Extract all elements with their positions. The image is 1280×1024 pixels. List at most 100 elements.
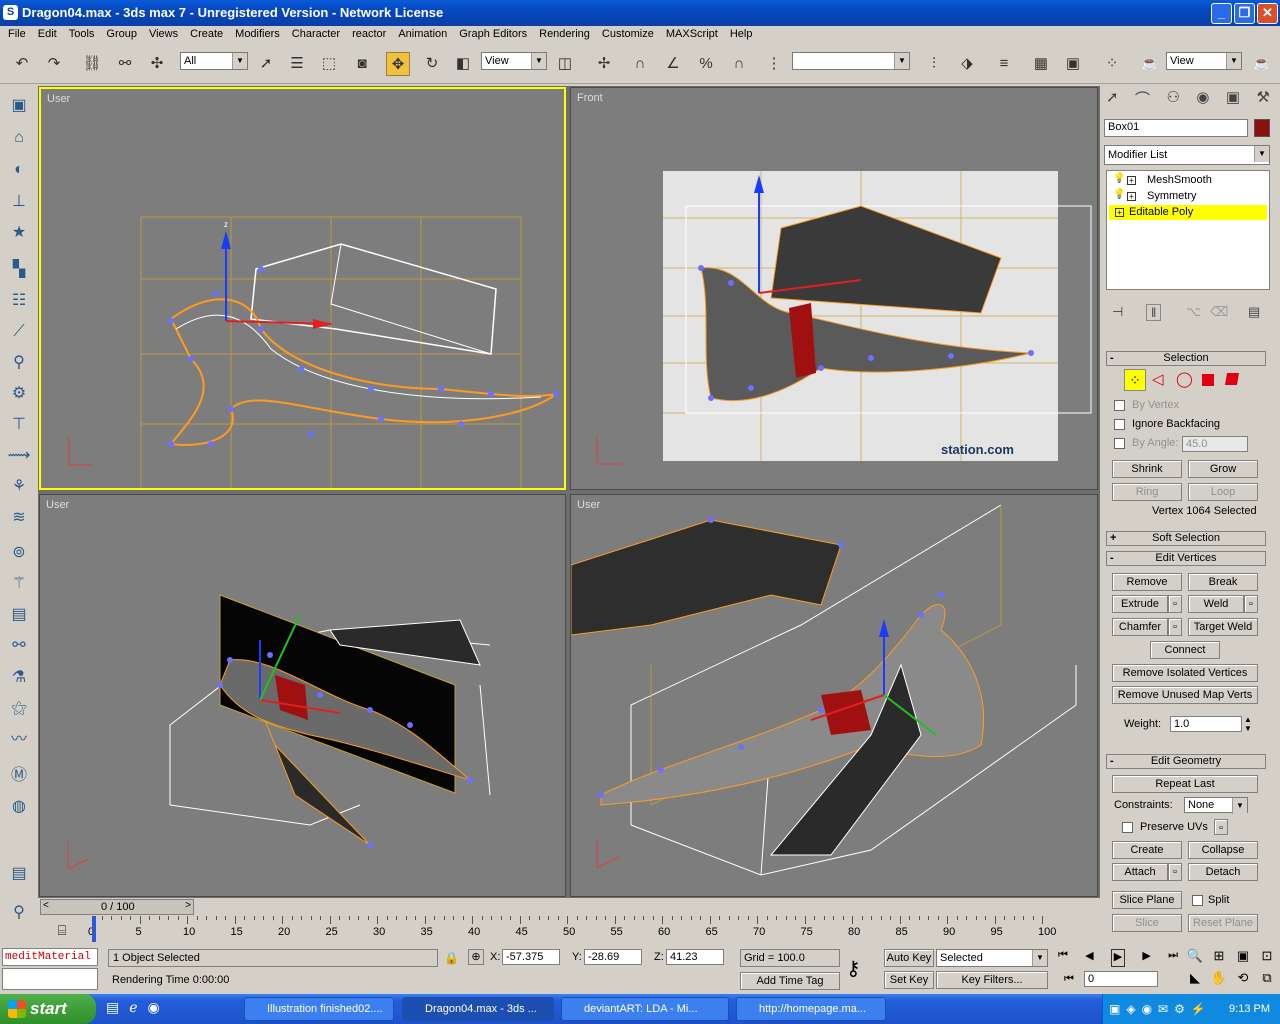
reset-plane-button[interactable]: Reset Plane bbox=[1188, 914, 1258, 932]
maxscript-input-field[interactable] bbox=[2, 968, 98, 990]
cameras-icon[interactable]: ⊥ bbox=[7, 190, 31, 214]
polygon-mode-icon[interactable] bbox=[1202, 374, 1214, 386]
make-unique-icon[interactable]: ⌥ bbox=[1186, 304, 1201, 320]
selection-filter-dropdown[interactable]: All bbox=[180, 52, 248, 70]
stack-item-meshsmooth[interactable]: 💡 + MeshSmooth bbox=[1109, 173, 1267, 188]
configure-sets-icon[interactable]: ▤ bbox=[1248, 304, 1260, 320]
constraints-dropdown[interactable]: None bbox=[1184, 797, 1248, 814]
stack-item-symmetry[interactable]: 💡 + Symmetry bbox=[1109, 189, 1267, 204]
angle-field[interactable]: 45.0 bbox=[1182, 436, 1248, 452]
expand-icon[interactable]: + bbox=[1115, 208, 1124, 217]
material-editor-icon[interactable]: ⁘ bbox=[1100, 52, 1124, 76]
show-desktop-icon[interactable]: ▤ bbox=[106, 999, 119, 1019]
current-frame-marker[interactable] bbox=[92, 916, 96, 942]
tray-icons[interactable]: ▣◈◉✉⚙⚡ bbox=[1109, 994, 1212, 1024]
next-frame-icon[interactable]: ▶ bbox=[1142, 949, 1150, 967]
task-illustration[interactable]: Illustration finished02.... bbox=[244, 997, 394, 1021]
maximize-button[interactable]: ❐ bbox=[1234, 3, 1255, 24]
zoom-all-icon[interactable]: ⊞ bbox=[1208, 948, 1230, 968]
minimize-button[interactable]: _ bbox=[1211, 3, 1232, 24]
cloth-icon[interactable]: ≋ bbox=[7, 506, 31, 530]
object-name-field[interactable]: Box01 bbox=[1104, 119, 1248, 137]
ring-button[interactable]: Ring bbox=[1112, 483, 1182, 501]
remove-isolated-vertices-button[interactable]: Remove Isolated Vertices bbox=[1112, 664, 1258, 682]
close-button[interactable]: ✕ bbox=[1257, 3, 1278, 24]
viewport-user-bottom-right[interactable]: User bbox=[570, 494, 1098, 897]
menu-rendering[interactable]: Rendering bbox=[533, 26, 596, 44]
previous-frame-icon[interactable]: ◀ bbox=[1085, 949, 1093, 967]
y-coordinate-field[interactable]: -28.69 bbox=[584, 949, 642, 965]
expand-icon[interactable]: + bbox=[1127, 192, 1136, 201]
weight-field[interactable]: 1.0 bbox=[1170, 716, 1242, 732]
unlink-icon[interactable]: ⚯ bbox=[113, 52, 137, 76]
edit-vertices-rollout-header[interactable]: - Edit Vertices bbox=[1106, 551, 1266, 566]
time-slider-next-icon[interactable]: > bbox=[185, 900, 191, 911]
spinner-snap-icon[interactable]: ∩ bbox=[727, 52, 751, 76]
selection-lock-icon[interactable]: 🔒 bbox=[444, 951, 459, 965]
by-vertex-checkbox[interactable] bbox=[1114, 400, 1125, 411]
select-scale-icon[interactable]: ◧ bbox=[451, 52, 475, 76]
menu-views[interactable]: Views bbox=[143, 26, 184, 44]
internet-explorer-icon[interactable]: ℯ bbox=[129, 999, 137, 1019]
extrude-settings-icon[interactable]: ▫ bbox=[1168, 595, 1182, 613]
pan-icon[interactable]: ✋ bbox=[1208, 970, 1230, 990]
edit-geometry-rollout-header[interactable]: - Edit Geometry bbox=[1106, 754, 1266, 769]
menu-create[interactable]: Create bbox=[184, 26, 229, 44]
zoom-icon[interactable]: 🔍 bbox=[1184, 948, 1206, 968]
edit-named-selection-icon[interactable]: ⋮ bbox=[762, 52, 786, 76]
hierarchy-tab-icon[interactable]: ⚇ bbox=[1166, 88, 1179, 112]
element-mode-icon[interactable] bbox=[1224, 373, 1240, 385]
break-button[interactable]: Break bbox=[1188, 573, 1258, 591]
remove-button[interactable]: Remove bbox=[1112, 573, 1182, 591]
zoom-extents-all-icon[interactable]: ⊡ bbox=[1256, 948, 1278, 968]
redo-icon[interactable]: ↷ bbox=[42, 52, 66, 76]
rectangular-selection-icon[interactable]: ⬚ bbox=[317, 52, 341, 76]
time-slider[interactable]: < 0 / 100 > bbox=[40, 899, 194, 915]
angle-snap-icon[interactable]: ∠ bbox=[661, 52, 685, 76]
attach-button[interactable]: Attach bbox=[1112, 863, 1168, 881]
task-3ds-max[interactable]: Dragon04.max - 3ds ... bbox=[402, 997, 554, 1021]
script-listener-icon[interactable]: ▤ bbox=[7, 862, 31, 886]
create-button[interactable]: Create bbox=[1112, 841, 1182, 859]
slice-plane-button[interactable]: Slice Plane bbox=[1112, 891, 1182, 909]
menu-edit[interactable]: Edit bbox=[32, 26, 63, 44]
modifiers-icon[interactable]: ⊚ bbox=[7, 541, 31, 565]
mesh-modifiers-icon[interactable]: ⚚ bbox=[7, 572, 31, 596]
select-object-icon[interactable]: ➚ bbox=[254, 52, 278, 76]
particles-icon[interactable]: ▚ bbox=[7, 258, 31, 282]
bulb-icon[interactable]: 💡 bbox=[1113, 189, 1125, 200]
detach-button[interactable]: Detach bbox=[1188, 863, 1258, 881]
selection-rollout-header[interactable]: - Selection bbox=[1106, 351, 1266, 366]
rendering-modifiers-icon[interactable]: ⚝ bbox=[7, 697, 31, 721]
repeat-last-button[interactable]: Repeat Last bbox=[1112, 775, 1258, 793]
soft-selection-rollout-header[interactable]: + Soft Selection bbox=[1106, 531, 1266, 546]
bind-space-warp-icon[interactable]: ✣ bbox=[145, 52, 169, 76]
grow-button[interactable]: Grow bbox=[1188, 460, 1258, 478]
weld-settings-icon[interactable]: ▫ bbox=[1244, 595, 1258, 613]
collapse-button[interactable]: Collapse bbox=[1188, 841, 1258, 859]
align-icon[interactable]: ⬗ bbox=[955, 52, 979, 76]
shaders-icon[interactable]: ⚙ bbox=[7, 382, 31, 406]
menu-graph-editors[interactable]: Graph Editors bbox=[453, 26, 533, 44]
remove-modifier-icon[interactable]: ⌫ bbox=[1210, 304, 1228, 320]
edge-mode-icon[interactable]: ◁ bbox=[1152, 369, 1164, 391]
menu-maxscript[interactable]: MAXScript bbox=[660, 26, 724, 44]
menu-character[interactable]: Character bbox=[286, 26, 346, 44]
object-color-swatch[interactable] bbox=[1254, 119, 1270, 137]
chamfer-settings-icon[interactable]: ▫ bbox=[1168, 618, 1182, 636]
split-checkbox[interactable] bbox=[1192, 895, 1203, 906]
select-link-icon[interactable]: ⛓ bbox=[80, 52, 104, 76]
rope-icon[interactable]: 〰 bbox=[7, 728, 31, 752]
time-slider-prev-icon[interactable]: < bbox=[43, 900, 49, 911]
play-icon[interactable]: ▶ bbox=[1110, 949, 1126, 967]
select-manipulate-icon[interactable]: ✢ bbox=[592, 52, 616, 76]
loop-button[interactable]: Loop bbox=[1188, 483, 1258, 501]
key-mode-dropdown[interactable]: Selected bbox=[936, 949, 1048, 967]
shrink-button[interactable]: Shrink bbox=[1112, 460, 1182, 478]
menu-group[interactable]: Group bbox=[100, 26, 143, 44]
helpers-icon[interactable]: ★ bbox=[7, 221, 31, 245]
lights-icon[interactable]: ◐ bbox=[7, 158, 31, 182]
percent-snap-icon[interactable]: % bbox=[694, 52, 718, 76]
pivot-center-icon[interactable]: ◫ bbox=[553, 52, 577, 76]
field-of-view-icon[interactable]: ◣ bbox=[1184, 970, 1206, 990]
